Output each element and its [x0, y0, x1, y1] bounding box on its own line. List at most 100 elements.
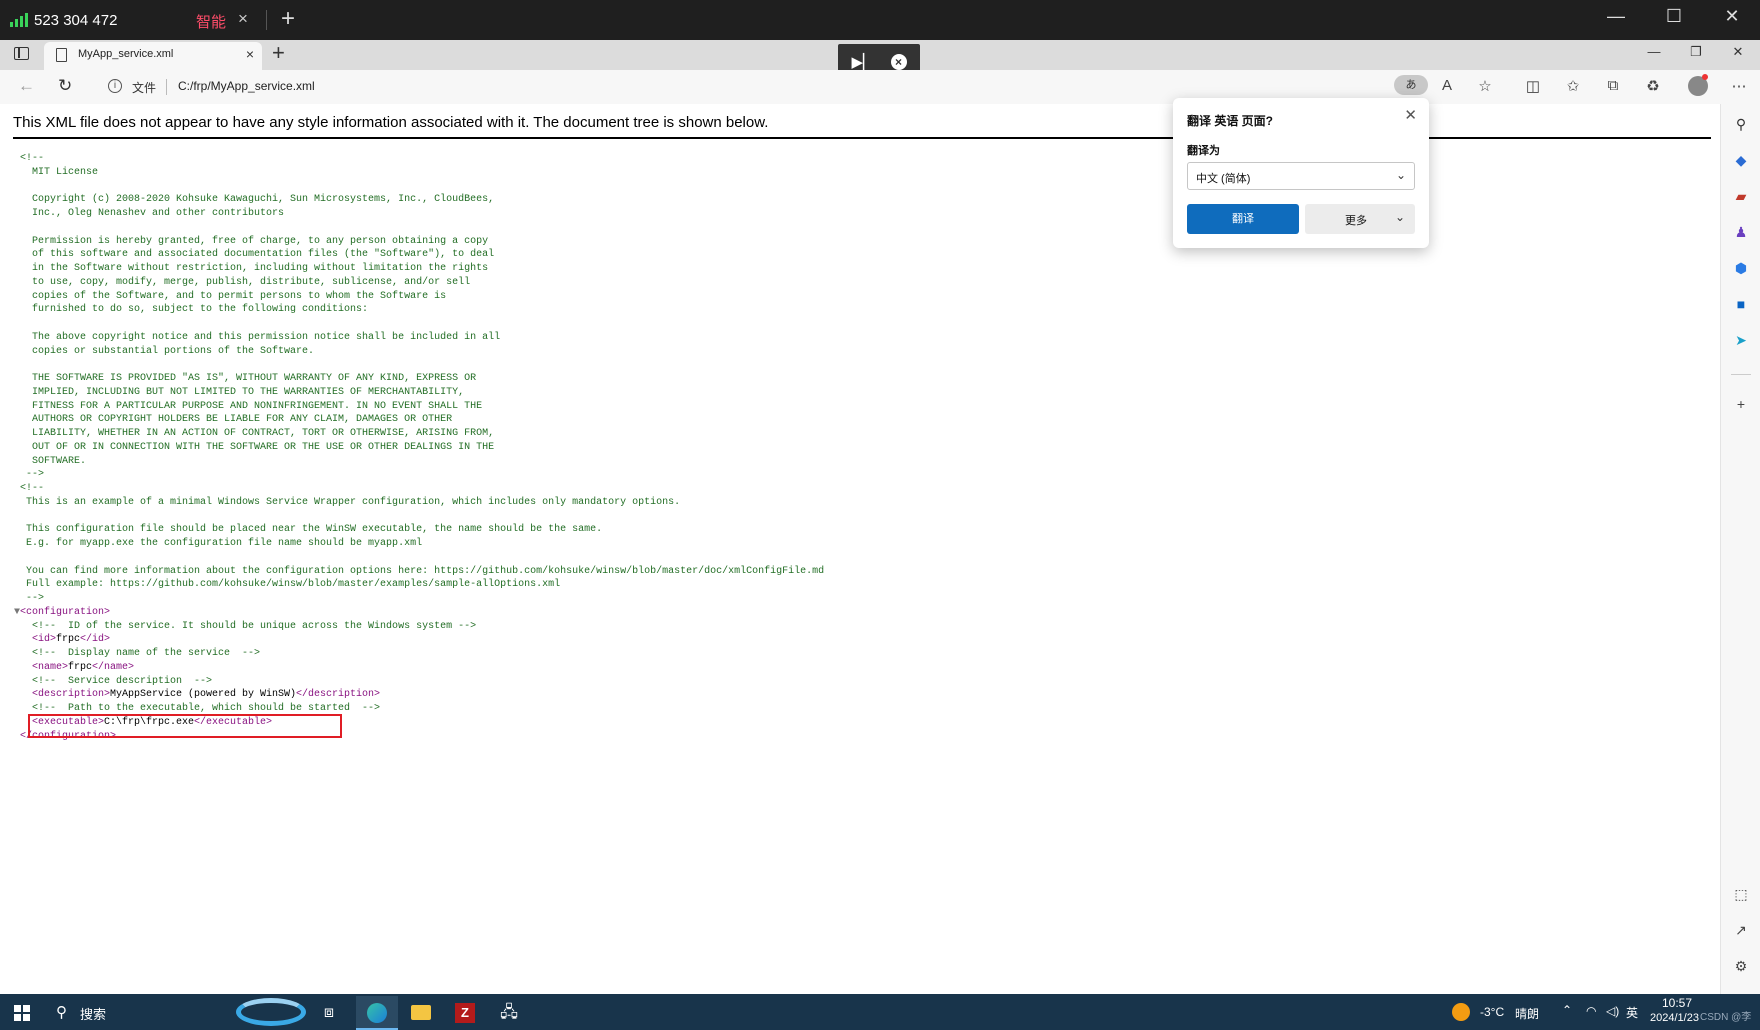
remote-tab-label[interactable]: 智能 [196, 11, 226, 32]
minimize-icon[interactable]: — [1596, 6, 1636, 27]
xml-comment: of this software and associated document… [14, 249, 495, 261]
browser-restore-icon[interactable]: ❐ [1676, 44, 1716, 60]
edge-sidebar: ⚲ ◆ ▰ ♟ ⬢ ■ ➤ + ⬚ ↗ ⚙ [1720, 104, 1760, 994]
xml-line: ▼<configuration> [14, 606, 824, 620]
xml-line: --> [14, 468, 824, 482]
network-icon[interactable]: ◠ [1586, 1004, 1596, 1018]
translate-icon[interactable]: あ [1394, 75, 1428, 95]
xml-close-tag: </name> [92, 661, 135, 673]
filezilla-icon[interactable]: Z [444, 996, 486, 1030]
split-screen-icon[interactable]: ◫ [1522, 77, 1544, 95]
xml-comment: SOFTWARE. [14, 455, 87, 467]
gear-icon[interactable]: ⚙ [1731, 956, 1751, 976]
xml-line: Full example: https://github.com/kohsuke… [14, 578, 824, 592]
address-url[interactable]: C:/frp/MyApp_service.xml [178, 79, 315, 93]
xml-line: <!-- [14, 152, 824, 166]
xml-comment: copies or substantial portions of the So… [14, 345, 315, 357]
xml-line: The above copyright notice and this perm… [14, 331, 824, 345]
read-aloud-icon[interactable]: A [1436, 77, 1458, 94]
edge-app-icon[interactable] [356, 996, 398, 1030]
add-icon[interactable]: + [1731, 394, 1751, 414]
chevron-up-icon[interactable]: ⌃ [1562, 1003, 1572, 1017]
xml-line: FITNESS FOR A PARTICULAR PURPOSE AND NON… [14, 400, 824, 414]
xml-comment: <!-- [14, 483, 45, 494]
xml-line: You can find more information about the … [14, 565, 824, 579]
favorites-icon[interactable]: ✩ [1562, 77, 1584, 95]
xml-line: ​ [14, 317, 824, 331]
divider [13, 137, 1711, 139]
file-explorer-icon[interactable] [400, 996, 442, 1030]
info-icon[interactable]: i [108, 79, 122, 93]
remote-connection-id: 523 304 472 [34, 11, 118, 29]
task-view-icon[interactable]: ⧈ [308, 996, 350, 1030]
vertical-tabs-icon[interactable] [14, 47, 29, 60]
xml-line: ​ [14, 180, 824, 194]
xml-comment: furnished to do so, subject to the follo… [14, 304, 369, 316]
back-icon[interactable]: ← [18, 76, 35, 96]
xml-line: furnished to do so, subject to the follo… [14, 303, 824, 317]
shopping-tag-icon[interactable]: ◆ [1731, 150, 1751, 170]
xml-line: <id>frpc</id> [14, 633, 824, 647]
xml-line: This is an example of a minimal Windows … [14, 496, 824, 510]
xml-comment: THE SOFTWARE IS PROVIDED "AS IS", WITHOU… [14, 373, 477, 384]
xml-tag: <configuration> [20, 606, 111, 618]
copilot-icon[interactable]: ⬢ [1731, 258, 1751, 278]
xml-comment: This is an example of a minimal Windows … [14, 496, 681, 508]
search-icon[interactable]: ⚲ [56, 1003, 67, 1021]
xml-line: <!-- [14, 482, 824, 496]
xml-comment: The above copyright notice and this perm… [14, 331, 501, 343]
tools-icon[interactable]: ▰ [1731, 186, 1751, 206]
xml-comment: E.g. for myapp.exe the configuration fil… [14, 538, 423, 549]
extensions-icon[interactable]: ♻ [1642, 77, 1664, 95]
add-tab-icon[interactable]: + [281, 5, 295, 33]
remote-connection-icon[interactable]: 🖧 [488, 996, 530, 1030]
signal-icon [10, 13, 28, 27]
divider [266, 10, 267, 30]
translate-button[interactable]: 翻译 [1187, 204, 1299, 234]
browser-close-icon[interactable]: ✕ [1718, 44, 1758, 60]
close-tab-icon[interactable]: × [246, 46, 254, 62]
collections-icon[interactable]: ⧉ [1602, 77, 1624, 94]
windows-taskbar: ⚲ 搜索 ⧈ Z 🖧 -3°C 晴朗 ⌃ ◠ ◁) 英 10:57 2024/1… [0, 994, 1760, 1030]
xml-line: ​ [14, 358, 824, 372]
close-icon[interactable]: ✕ [1404, 106, 1417, 124]
taskbar-search-label[interactable]: 搜索 [80, 1004, 106, 1023]
xml-open-tag: <name> [14, 661, 69, 673]
close-circle-icon[interactable]: × [890, 54, 907, 70]
screenshot-icon[interactable]: ⬚ [1731, 884, 1751, 904]
highlight-box [28, 714, 342, 738]
open-external-icon[interactable]: ↗ [1731, 920, 1751, 940]
xml-line: <name>frpc</name> [14, 661, 824, 675]
send-icon[interactable]: ➤ [1731, 330, 1751, 350]
more-menu-icon[interactable]: ⋯ [1728, 77, 1750, 95]
new-tab-icon[interactable]: + [272, 40, 285, 66]
windows-start-icon[interactable] [14, 1005, 30, 1021]
xml-comment: IMPLIED, INCLUDING BUT NOT LIMITED TO TH… [14, 386, 465, 398]
volume-icon[interactable]: ◁) [1606, 1004, 1619, 1018]
address-bar[interactable]: i 文件 C:/frp/MyApp_service.xml [96, 74, 1428, 100]
address-scheme-label: 文件 [132, 81, 157, 95]
xml-comment: <!-- Path to the executable, which shoul… [14, 703, 381, 714]
search-icon[interactable]: ⚲ [1731, 114, 1751, 134]
favorite-star-icon[interactable]: ☆ [1474, 77, 1496, 95]
notification-dot [1702, 74, 1708, 80]
xml-open-tag: <id> [14, 634, 57, 646]
games-icon[interactable]: ♟ [1731, 222, 1751, 242]
browser-minimize-icon[interactable]: — [1634, 44, 1674, 59]
browser-tab-active[interactable]: MyApp_service.xml × [44, 42, 262, 70]
close-window-icon[interactable]: ✕ [1712, 6, 1752, 27]
xml-close-tag: </id> [80, 634, 111, 646]
temperature: -3°C [1480, 1005, 1505, 1019]
xml-comment: OUT OF OR IN CONNECTION WITH THE SOFTWAR… [14, 441, 495, 453]
ime-indicator[interactable]: 英 [1626, 1004, 1638, 1021]
outlook-icon[interactable]: ■ [1731, 294, 1751, 314]
page-content: This XML file does not appear to have an… [0, 104, 1720, 994]
maximize-icon[interactable]: ☐ [1654, 6, 1694, 27]
close-icon[interactable]: × [238, 9, 248, 29]
xml-line: --> [14, 592, 824, 606]
refresh-icon[interactable]: ↻ [58, 76, 72, 96]
pin-icon[interactable]: ▶▏ [851, 53, 874, 71]
language-select[interactable]: 中文 (简体) ⌄ [1187, 162, 1415, 190]
xml-line: OUT OF OR IN CONNECTION WITH THE SOFTWAR… [14, 441, 824, 455]
more-button[interactable]: 更多 ⌄ [1305, 204, 1415, 234]
